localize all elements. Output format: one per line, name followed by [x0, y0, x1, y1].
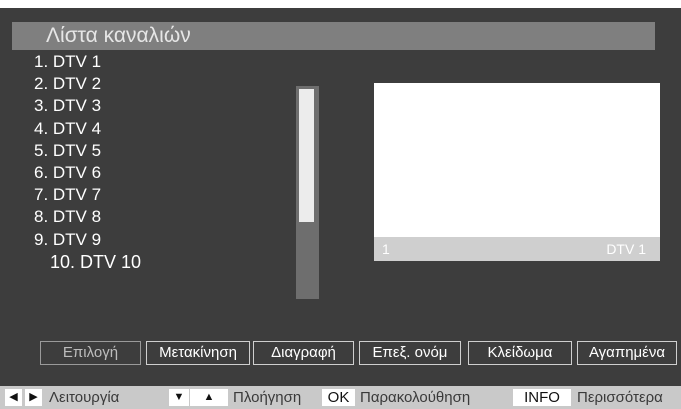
preview-channel-number: 1 [382, 241, 390, 257]
watch-hint: Παρακολούθηση [360, 389, 471, 406]
channel-item[interactable]: 6. DTV 6 [34, 162, 254, 184]
channel-item[interactable]: 5. DTV 5 [34, 140, 254, 162]
channel-item[interactable]: 3. DTV 3 [34, 95, 254, 117]
more-hint: Περισσότερα [577, 389, 663, 406]
channel-item[interactable]: 9. DTV 9 [34, 229, 254, 251]
channel-item[interactable]: 1. DTV 1 [34, 51, 254, 73]
down-arrow-key-icon: ▼ [169, 389, 189, 406]
channel-list-scrollbar[interactable] [296, 86, 319, 299]
move-button[interactable]: Μετακίνηση [146, 341, 250, 365]
channel-item-selected[interactable]: 10. DTV 10 [34, 251, 254, 273]
right-arrow-key-icon: ▶ [25, 389, 42, 406]
info-key: INFO [513, 389, 571, 406]
delete-button[interactable]: Διαγραφή [253, 341, 354, 365]
function-hint: Λειτουργία [49, 389, 120, 406]
lock-button[interactable]: Κλείδωμα [468, 341, 572, 365]
navigation-hint: Πλοήγηση [233, 389, 302, 406]
help-bar: ◀ ▶ Λειτουργία ▼ ▲ Πλοήγηση OK Παρακολού… [0, 386, 681, 409]
action-buttons: Επιλογή Μετακίνηση Διαγραφή Επεξ. ονόμ Κ… [40, 341, 681, 365]
left-arrow-key-icon: ◀ [5, 389, 22, 406]
channel-list: 1. DTV 1 2. DTV 2 3. DTV 3 4. DTV 4 5. D… [34, 51, 254, 273]
edit-name-button[interactable]: Επεξ. ονόμ [359, 341, 461, 365]
channel-item[interactable]: 8. DTV 8 [34, 206, 254, 228]
up-arrow-key-icon: ▲ [190, 389, 228, 406]
select-button[interactable]: Επιλογή [40, 341, 141, 365]
preview-info-bar: 1 DTV 1 [374, 237, 660, 261]
channel-preview: 1 DTV 1 [374, 83, 660, 261]
channel-item[interactable]: 7. DTV 7 [34, 184, 254, 206]
channel-item[interactable]: 4. DTV 4 [34, 118, 254, 140]
page-title: Λίστα καναλιών [12, 22, 655, 50]
favorites-button[interactable]: Αγαπημένα [577, 341, 677, 365]
channel-item[interactable]: 2. DTV 2 [34, 73, 254, 95]
scrollbar-thumb[interactable] [299, 89, 314, 222]
preview-channel-name: DTV 1 [606, 241, 646, 257]
ok-key: OK [322, 389, 355, 406]
